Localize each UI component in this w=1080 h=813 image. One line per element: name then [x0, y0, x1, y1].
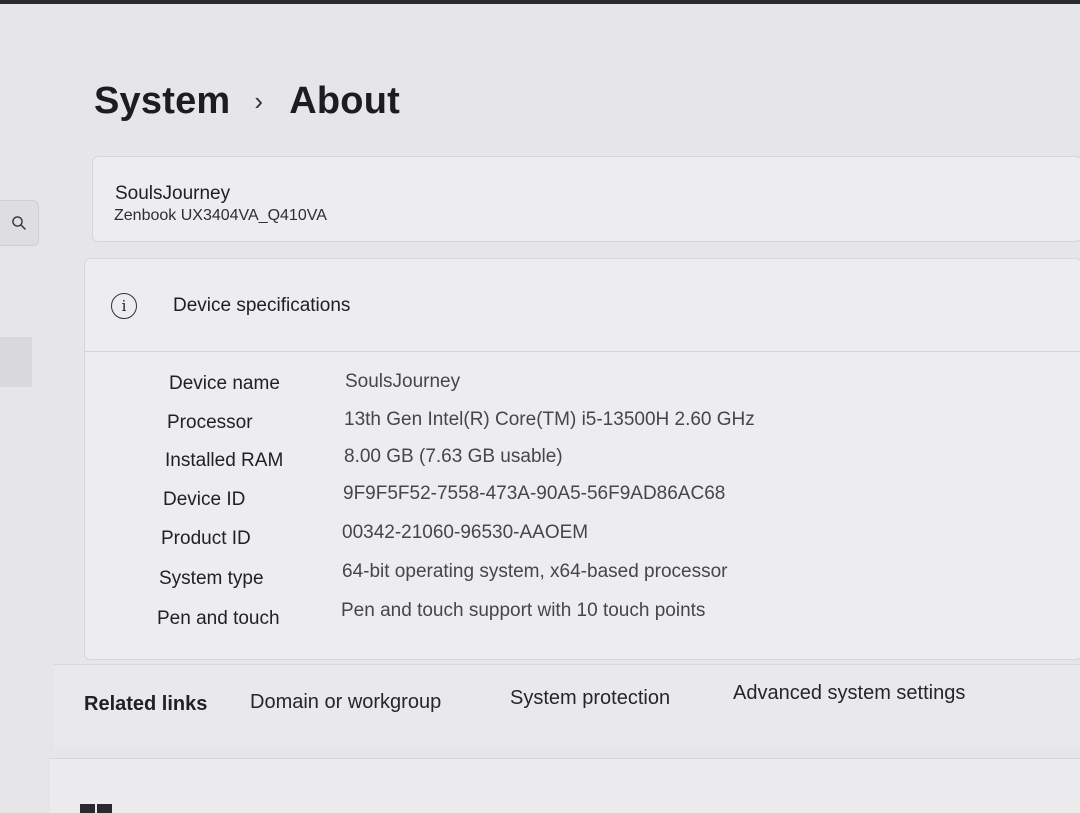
sidebar-selected-item[interactable]	[0, 337, 32, 387]
related-links-label: Related links	[84, 693, 208, 715]
device-name: SoulsJourney	[115, 183, 231, 204]
device-specifications-header[interactable]: i Device specifications	[85, 259, 1080, 352]
device-specifications-card: i Device specifications Device name Soul…	[84, 258, 1080, 660]
device-model: Zenbook UX3404VA_Q410VA	[114, 207, 327, 224]
breadcrumb-separator-icon: ›	[254, 86, 264, 116]
spec-value: 13th Gen Intel(R) Core(TM) i5-13500H 2.6…	[344, 409, 755, 430]
spec-value: 00342-21060-96530-AAOEM	[342, 522, 589, 543]
window-top-edge	[0, 0, 1080, 4]
spec-value: SoulsJourney	[345, 371, 461, 392]
spec-value: Pen and touch support with 10 touch poin…	[341, 600, 706, 621]
search-button[interactable]	[0, 200, 39, 246]
spec-label: Device ID	[163, 489, 246, 510]
page-title: About	[289, 80, 400, 122]
spec-label: Pen and touch	[157, 608, 280, 629]
advanced-system-settings-link[interactable]: Advanced system settings	[733, 682, 965, 705]
breadcrumb: System › About	[94, 80, 400, 123]
spec-value: 9F9F5F52-7558-473A-90A5-56F9AD86AC68	[343, 483, 726, 504]
spec-label: Installed RAM	[165, 450, 284, 471]
system-protection-link[interactable]: System protection	[510, 687, 670, 710]
spec-value: 64-bit operating system, x64-based proce…	[342, 561, 728, 582]
spec-label: Device name	[169, 373, 280, 394]
device-specifications-title: Device specifications	[173, 295, 351, 316]
spec-label: Processor	[167, 412, 253, 433]
domain-or-workgroup-link[interactable]: Domain or workgroup	[250, 691, 441, 714]
breadcrumb-parent[interactable]: System	[94, 80, 230, 123]
windows-logo-icon	[80, 804, 112, 813]
search-icon	[12, 216, 26, 230]
related-links-bar: Related links Domain or workgroup System…	[54, 664, 1080, 749]
device-name-card[interactable]: SoulsJourney Zenbook UX3404VA_Q410VA	[92, 156, 1080, 242]
spec-label: Product ID	[161, 528, 251, 549]
info-icon: i	[111, 293, 137, 319]
windows-specifications-card[interactable]	[50, 758, 1080, 813]
spec-value: 8.00 GB (7.63 GB usable)	[344, 446, 563, 467]
spec-label: System type	[159, 568, 264, 589]
